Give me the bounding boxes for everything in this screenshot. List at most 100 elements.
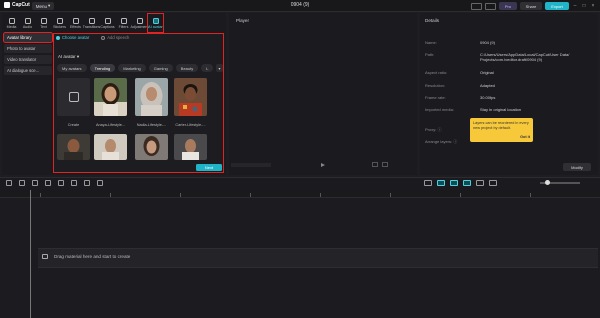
ruler-tick	[180, 193, 181, 197]
chip-beauty[interactable]: Beauty	[175, 64, 199, 72]
detail-label-path: Path:	[425, 52, 435, 57]
avatar-card[interactable]	[94, 78, 127, 116]
chip-marketing[interactable]: Marketing	[118, 64, 146, 72]
player-timecode	[231, 163, 271, 167]
modify-button[interactable]: Modify	[563, 163, 591, 171]
zoom-slider-handle[interactable]	[545, 180, 550, 185]
share-button[interactable]: Share	[520, 2, 542, 10]
tab-transitions[interactable]: Transitions	[83, 14, 100, 32]
ai-avatar-dropdown[interactable]: AI avatar ▾	[58, 54, 79, 60]
playhead[interactable]	[30, 190, 31, 318]
avatar-thumbnail	[135, 134, 168, 160]
delete-icon[interactable]	[84, 180, 90, 186]
detail-value-imported: Stay in original location	[480, 107, 522, 112]
microphone-icon[interactable]	[424, 180, 432, 186]
detail-label-framerate: Frame rate:	[425, 95, 446, 100]
detail-value-name: 0904 (9)	[480, 40, 495, 45]
chip-gaming[interactable]: Gaming	[148, 64, 173, 72]
fullscreen-icon[interactable]	[382, 162, 388, 167]
split-icon[interactable]	[45, 180, 51, 186]
media-drop-icon	[42, 254, 48, 259]
main-track-magnet-icon[interactable]	[437, 180, 445, 186]
chips-scroll-button[interactable]: ▾	[216, 64, 223, 72]
tab-filters[interactable]: Filters	[116, 14, 131, 32]
close-icon[interactable]: ×	[590, 3, 596, 9]
menu-button[interactable]: Menu ▾	[32, 2, 54, 10]
ruler-tick	[110, 193, 111, 197]
shield-icon[interactable]	[97, 180, 103, 186]
chip-trending[interactable]: Trending	[89, 64, 116, 72]
tab-effects[interactable]: Effects	[68, 14, 83, 32]
auto-snap-icon[interactable]	[450, 180, 458, 186]
chip-my-avatars[interactable]: My avatars	[57, 64, 87, 72]
text-icon	[40, 17, 47, 24]
maximize-icon[interactable]: □	[581, 3, 587, 9]
tooltip-text: Layers can be reordered in every new pro…	[473, 121, 529, 130]
effects-icon	[72, 17, 79, 24]
sidebar-item-video-translator[interactable]: Video translator	[4, 55, 52, 64]
export-button[interactable]: Export	[545, 2, 569, 10]
tab-label: Effects	[70, 24, 81, 29]
card-label: Anaya-Lifestyle...	[95, 123, 126, 127]
ruler-tick	[460, 193, 461, 197]
avatar-card[interactable]	[57, 134, 90, 160]
sidebar-item-avatar-library[interactable]: Avatar library	[3, 32, 53, 43]
app-logo: CapCut	[4, 2, 30, 8]
ratio-icon[interactable]	[372, 162, 378, 167]
zoom-out-icon[interactable]	[489, 180, 497, 186]
timeline-ruler	[0, 190, 600, 198]
card-label: Carter-Lifestyle-...	[175, 123, 206, 127]
detail-label-arrange: Arrange layers: ⓘ	[425, 139, 457, 145]
tab-label: AI avatar	[148, 24, 163, 29]
layout-icon[interactable]	[471, 2, 482, 10]
got-it-button[interactable]: Got it	[520, 135, 530, 140]
minimize-icon[interactable]: –	[572, 3, 578, 9]
avatar-thumbnail	[94, 134, 127, 160]
undo-icon[interactable]	[19, 180, 25, 186]
shortcuts-icon[interactable]	[485, 2, 496, 10]
tab-captions[interactable]: Captions	[100, 14, 115, 32]
timeline-tools	[6, 180, 103, 186]
tab-adjustment[interactable]: Adjustment	[131, 14, 149, 32]
tab-media[interactable]: Media	[4, 14, 19, 32]
ruler-tick	[250, 193, 251, 197]
app-name: CapCut	[12, 2, 30, 8]
info-icon[interactable]: ⓘ	[437, 127, 441, 132]
detail-value-resolution: Adapted	[480, 83, 495, 88]
split-right-icon[interactable]	[71, 180, 77, 186]
sidebar-item-ai-dialogue[interactable]: AI dialogue sce...	[4, 66, 52, 75]
proxy-label: Proxy:	[425, 127, 437, 132]
linkage-icon[interactable]	[463, 180, 471, 186]
choose-avatar-radio[interactable]: Choose avatar	[56, 35, 89, 40]
add-speech-radio[interactable]: Add speech	[101, 35, 129, 40]
chip-more[interactable]: L	[201, 64, 214, 72]
ruler-tick	[320, 193, 321, 197]
next-button[interactable]: Next	[196, 164, 222, 171]
detail-value-aspect: Original	[480, 70, 494, 75]
play-icon[interactable]	[321, 163, 325, 167]
filters-icon	[120, 17, 127, 24]
tab-text[interactable]: Text	[36, 14, 51, 32]
redo-icon[interactable]	[32, 180, 38, 186]
tab-ai-avatar[interactable]: AI avatar	[147, 13, 164, 33]
avatar-card[interactable]	[174, 134, 207, 160]
ruler-tick	[40, 193, 41, 197]
avatar-card[interactable]	[135, 78, 168, 116]
detail-value-path: C:/Users/Users/AppData/Local/CapCut/User…	[480, 52, 570, 62]
details-panel	[420, 13, 598, 175]
select-tool-icon[interactable]	[6, 180, 12, 186]
avatar-card[interactable]	[174, 78, 207, 116]
tab-audio[interactable]: Audio	[20, 14, 35, 32]
detail-value-framerate: 30.00fps	[480, 95, 496, 100]
info-icon[interactable]: ⓘ	[453, 139, 457, 144]
sidebar-item-photo-to-avatar[interactable]: Photo to avatar	[4, 44, 52, 53]
preview-axis-icon[interactable]	[476, 180, 484, 186]
avatar-thumbnail-anaya	[94, 78, 127, 116]
pro-button[interactable]: Pro	[499, 2, 517, 10]
avatar-card[interactable]	[135, 134, 168, 160]
tab-label: Stickers	[53, 24, 66, 29]
tab-stickers[interactable]: Stickers	[52, 14, 67, 32]
split-left-icon[interactable]	[58, 180, 64, 186]
avatar-card[interactable]	[94, 134, 127, 160]
create-avatar-card[interactable]	[57, 78, 90, 116]
